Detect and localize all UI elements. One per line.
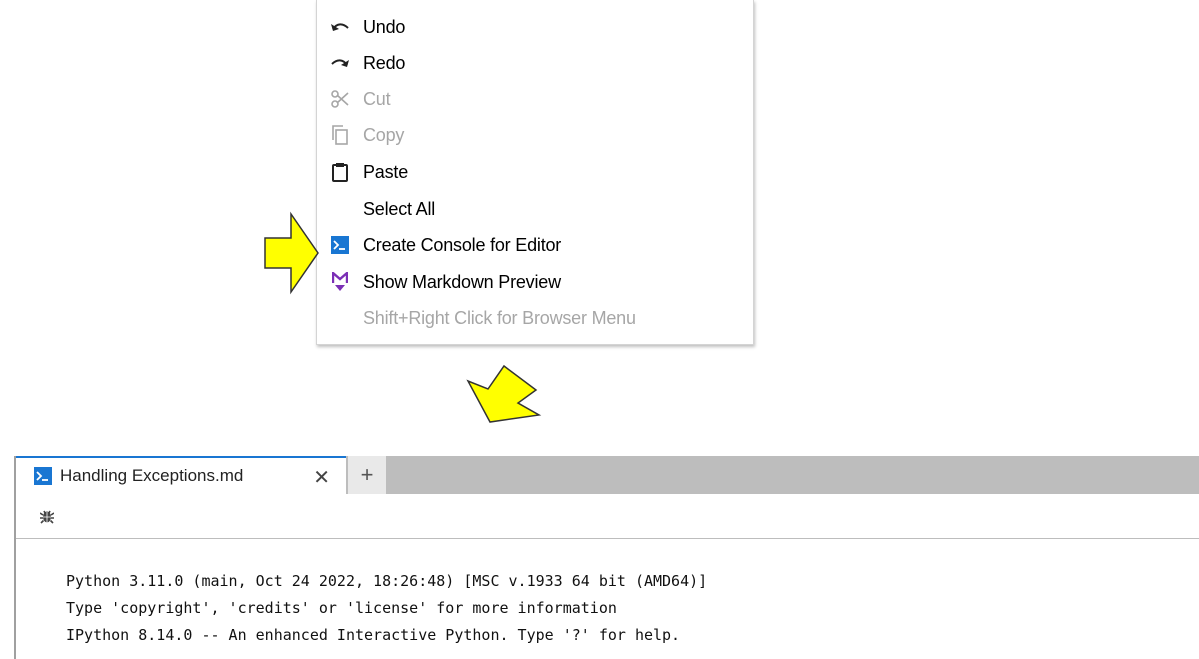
bug-icon[interactable] bbox=[40, 508, 54, 524]
menu-item-label: Shift+Right Click for Browser Menu bbox=[363, 307, 636, 328]
tab-title: Handling Exceptions.md bbox=[60, 466, 244, 485]
undo-icon bbox=[329, 16, 351, 38]
console-output: Python 3.11.0 (main, Oct 24 2022, 18:26:… bbox=[66, 568, 707, 649]
menu-item-markdown-preview[interactable]: Show Markdown Preview bbox=[317, 264, 753, 300]
menu-item-redo[interactable]: Redo bbox=[317, 45, 753, 81]
menu-item-copy[interactable]: Copy bbox=[317, 117, 753, 153]
close-icon[interactable]: ✕ bbox=[313, 465, 330, 490]
menu-item-label: Undo bbox=[363, 16, 406, 37]
console-toolbar bbox=[16, 494, 1199, 539]
console-icon bbox=[34, 467, 52, 485]
tab-bar: Handling Exceptions.md ✕ + bbox=[16, 456, 1199, 494]
menu-item-label: Cut bbox=[363, 88, 391, 109]
menu-item-cut[interactable]: Cut bbox=[317, 81, 753, 117]
redo-icon bbox=[329, 52, 351, 74]
scissors-icon bbox=[329, 88, 351, 110]
menu-item-undo[interactable]: Undo bbox=[317, 9, 753, 45]
context-menu: Undo Redo Cut Copy Paste Select All Crea… bbox=[316, 0, 754, 345]
menu-item-label: Select All bbox=[363, 198, 436, 219]
console-line: Type 'copyright', 'credits' or 'license'… bbox=[66, 599, 617, 617]
pointer-arrow-right-icon bbox=[264, 211, 319, 295]
copy-icon bbox=[329, 124, 351, 146]
menu-item-select-all[interactable]: Select All bbox=[317, 191, 753, 227]
menu-item-label: Copy bbox=[363, 124, 405, 145]
console-icon bbox=[329, 234, 351, 256]
menu-item-create-console[interactable]: Create Console for Editor bbox=[317, 227, 753, 263]
console-line: Python 3.11.0 (main, Oct 24 2022, 18:26:… bbox=[66, 572, 708, 590]
menu-item-label: Create Console for Editor bbox=[363, 234, 562, 255]
menu-item-paste[interactable]: Paste bbox=[317, 154, 753, 190]
clipboard-icon bbox=[329, 161, 351, 183]
menu-item-browser-menu-hint: Shift+Right Click for Browser Menu bbox=[317, 300, 753, 336]
pointer-arrow-down-icon bbox=[466, 364, 542, 423]
tab-console[interactable]: Handling Exceptions.md ✕ bbox=[16, 456, 346, 494]
menu-item-label: Redo bbox=[363, 52, 406, 73]
console-panel: Handling Exceptions.md ✕ + Python 3.11.0… bbox=[14, 456, 1199, 659]
menu-item-label: Paste bbox=[363, 161, 409, 182]
markdown-icon bbox=[329, 271, 351, 293]
menu-item-label: Show Markdown Preview bbox=[363, 271, 561, 292]
console-line: IPython 8.14.0 -- An enhanced Interactiv… bbox=[66, 626, 681, 644]
add-tab-button[interactable]: + bbox=[348, 456, 386, 494]
